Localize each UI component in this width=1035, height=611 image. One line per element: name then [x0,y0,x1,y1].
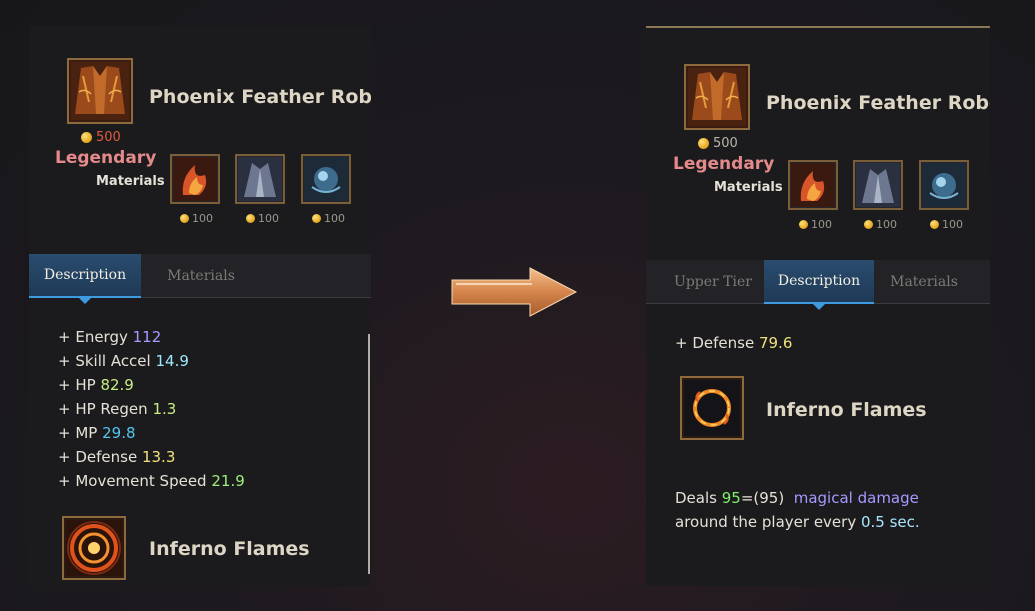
robe-item-icon[interactable] [684,64,750,130]
item-price-value: 500 [713,136,738,151]
tab-description[interactable]: Description [764,260,874,310]
inferno-flames-skill-icon[interactable] [680,376,744,440]
materials-label: Materials [96,174,165,189]
tab-bar: Description Materials [29,254,371,304]
gold-coin-icon [312,214,321,223]
robe-material-icon[interactable] [235,154,285,204]
material-cost: 100 [930,218,963,231]
item-price: 500 [81,130,121,145]
skill-name: Inferno Flames [766,399,927,421]
gold-coin-icon [180,214,189,223]
item-price-value: 500 [96,130,121,145]
materials-label: Materials [714,180,783,195]
material-cost: 100 [312,212,345,225]
stat-movement-speed: + Movement Speed 21.9 [58,472,245,490]
robe-item-icon[interactable] [67,58,133,124]
stat-hp-regen: + HP Regen 1.3 [58,400,177,418]
item-name: Phoenix Feather Robe [766,92,990,114]
gold-coin-icon [864,220,873,229]
gold-coin-icon [246,214,255,223]
scrollbar[interactable] [368,334,370,574]
material-cost: 100 [180,212,213,225]
material-cost: 100 [864,218,897,231]
stat-mp: + MP 29.8 [58,424,136,442]
gold-coin-icon [81,132,92,143]
inferno-flames-skill-icon[interactable] [62,516,126,580]
material-cost: 100 [799,218,832,231]
item-tooltip-panel-before: Phoenix Feather Robe 500 Legendary Mater… [29,26,371,586]
rarity-label: Legendary [55,148,157,168]
stat-skill-accel: + Skill Accel 14.9 [58,352,189,370]
skill-description: Deals 95=(95) magical damage around the … [675,486,975,534]
tab-bar: Upper Tier Description Materials [646,260,990,310]
arrow-right-icon [448,264,580,320]
gold-coin-icon [799,220,808,229]
flame-feather-material-icon[interactable] [788,160,838,210]
item-name: Phoenix Feather Robe [149,86,371,108]
skill-description-line-2: around the player every 0.5 sec. [675,513,920,531]
skill-description-line-1: Deals 95=(95) magical damage [675,489,919,507]
tab-materials[interactable]: Materials [882,260,966,304]
stat-defense: + Defense 13.3 [58,448,176,466]
gold-coin-icon [698,138,709,149]
stat-defense: + Defense 79.6 [675,334,793,352]
item-tooltip-panel-after: Phoenix Feather Robe 500 Legendary Mater… [646,26,990,586]
stat-hp: + HP 82.9 [58,376,134,394]
skill-name: Inferno Flames [149,538,310,560]
robe-material-icon[interactable] [853,160,903,210]
gold-coin-icon [930,220,939,229]
tab-materials[interactable]: Materials [151,254,251,298]
orb-material-icon[interactable] [301,154,351,204]
orb-material-icon[interactable] [919,160,969,210]
tab-description[interactable]: Description [29,254,141,304]
item-price: 500 [698,136,738,151]
tab-upper-tier[interactable]: Upper Tier [668,260,758,304]
material-cost: 100 [246,212,279,225]
rarity-label: Legendary [673,154,775,174]
stat-energy: + Energy 112 [58,328,162,346]
flame-feather-material-icon[interactable] [170,154,220,204]
